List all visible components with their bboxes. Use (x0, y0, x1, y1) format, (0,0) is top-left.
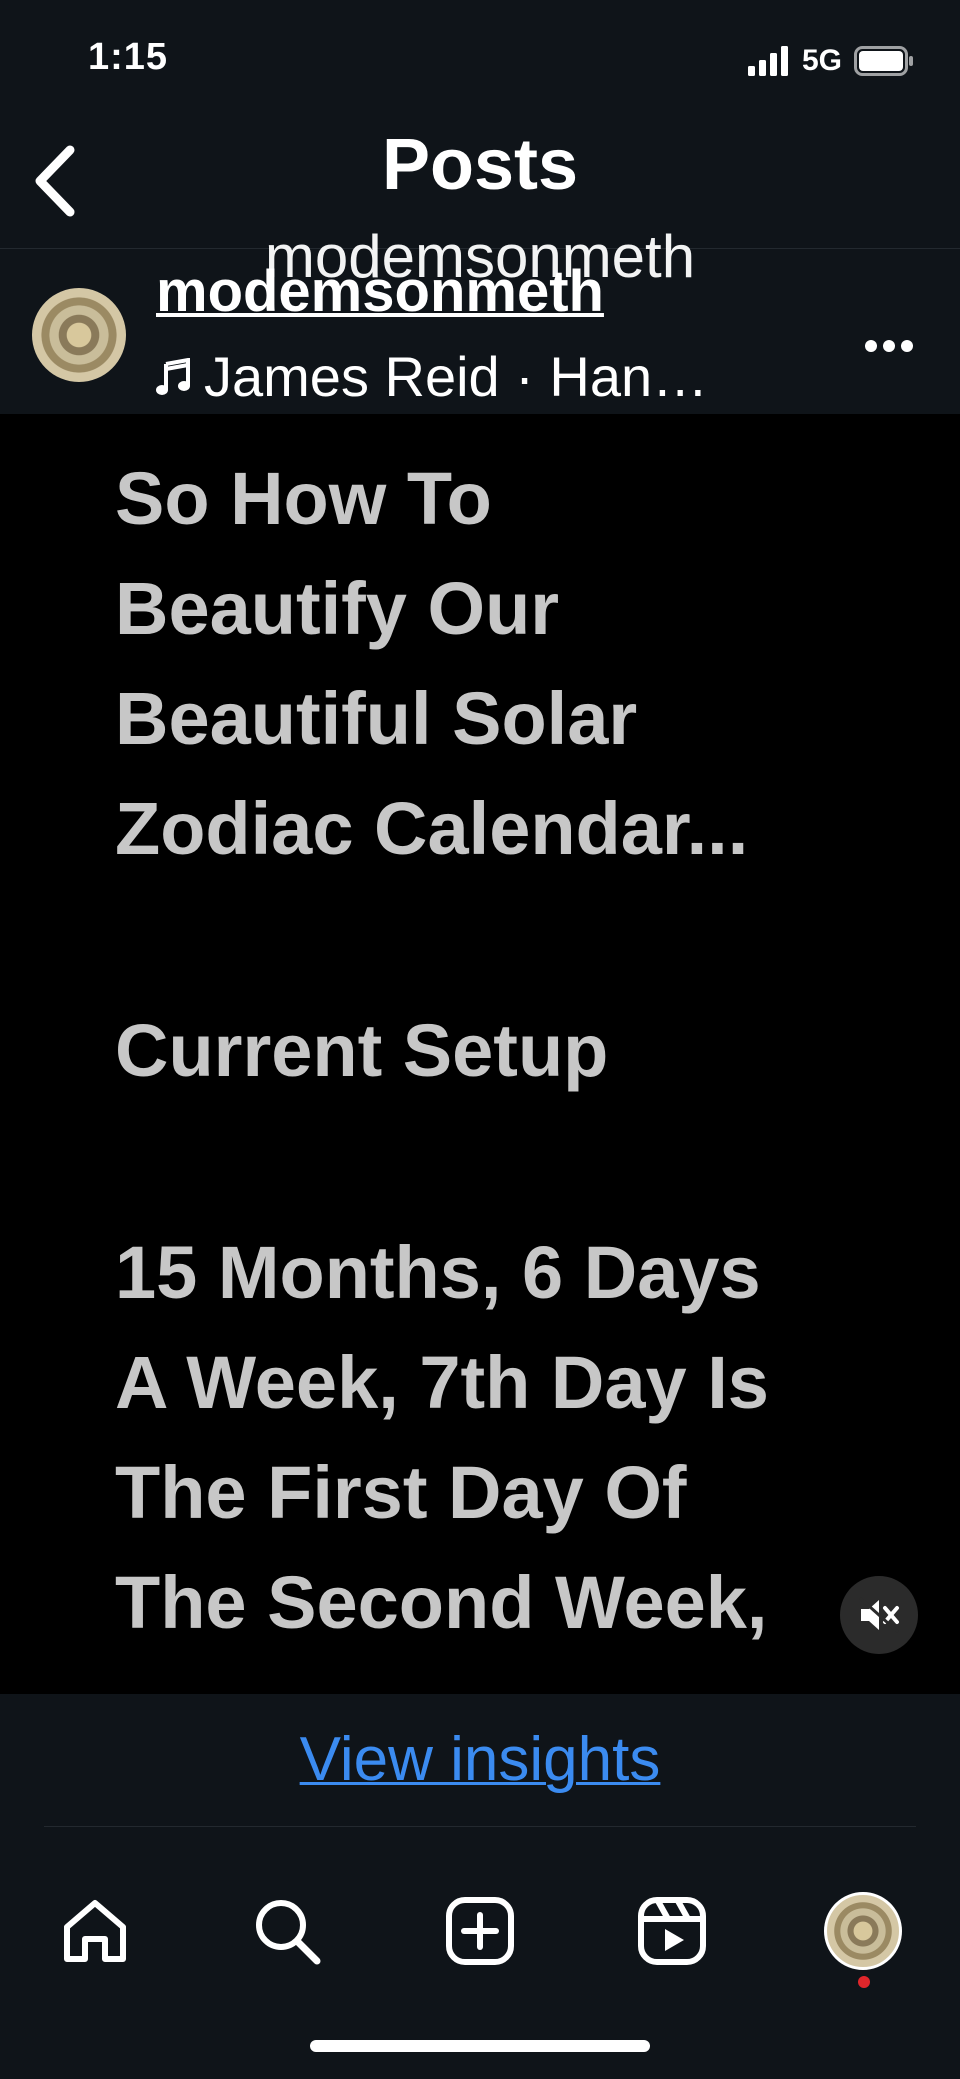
post-username[interactable]: modemsonmeth (156, 258, 604, 325)
nav-profile[interactable] (818, 1886, 908, 1976)
network-label: 5G (801, 44, 842, 77)
nav-create[interactable] (435, 1886, 525, 1976)
home-icon (64, 1900, 126, 1962)
search-icon (256, 1900, 321, 1965)
more-options-button[interactable] (864, 310, 914, 364)
status-time: 1:15 (88, 36, 169, 78)
media-text-line: Beautify Our (115, 567, 560, 650)
plus-square-icon (446, 1897, 514, 1965)
nav-home[interactable] (50, 1886, 140, 1976)
page-title: Posts (381, 125, 579, 205)
more-horizontal-icon (865, 340, 913, 352)
status-indicators: 5G (747, 44, 914, 78)
media-text-line: So How To (115, 457, 492, 540)
home-indicator[interactable] (310, 2040, 650, 2052)
media-text-line: Beautiful Solar (115, 677, 638, 760)
nav-search[interactable] (242, 1886, 332, 1976)
nav-reels[interactable] (627, 1886, 717, 1976)
insights-divider (44, 1826, 916, 1827)
speaker-muted-icon (858, 1596, 900, 1634)
view-insights-link[interactable]: View insights (0, 1724, 960, 1795)
battery-icon (854, 46, 913, 76)
reels-icon (638, 1897, 706, 1965)
media-text-line: 15 Months, 6 Days (115, 1231, 761, 1314)
notification-dot (858, 1976, 870, 1988)
mute-button[interactable] (840, 1576, 918, 1654)
media-text-line: Current Setup (115, 1009, 609, 1092)
profile-avatar (824, 1892, 902, 1970)
signal-icon (747, 46, 788, 76)
music-label: James Reid · Han… (204, 345, 709, 408)
media-text-line: The First Day Of (115, 1451, 687, 1534)
music-attribution[interactable]: James Reid · Han… (156, 344, 708, 409)
media-text-line: Zodiac Calendar... (115, 787, 749, 870)
avatar[interactable] (32, 288, 126, 382)
music-note-icon (156, 357, 190, 395)
post-media[interactable]: So How To Beautify Our Beautiful Solar Z… (0, 414, 960, 1694)
media-text-line: A Week, 7th Day Is (115, 1341, 769, 1424)
media-text-line: The Second Week, (115, 1561, 768, 1644)
